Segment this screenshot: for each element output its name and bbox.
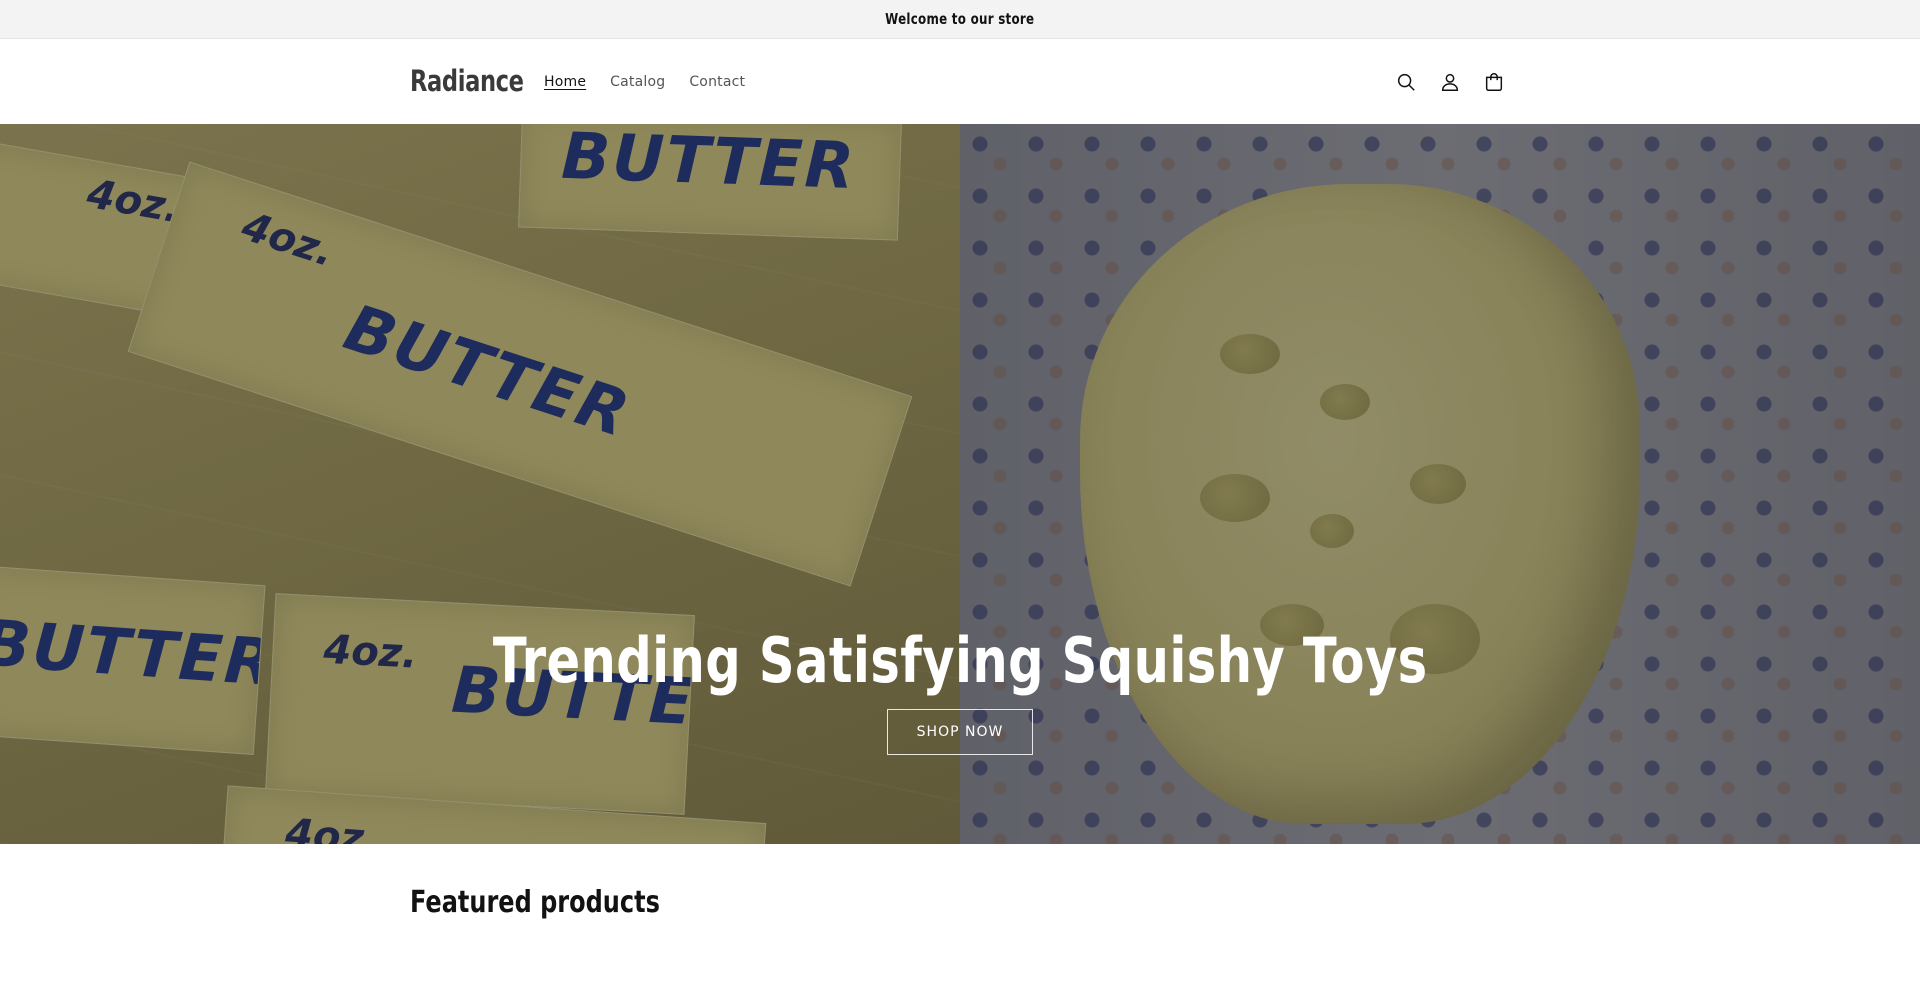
header-icons [1384, 60, 1516, 104]
nav-link-contact[interactable]: Contact [677, 74, 757, 90]
main-nav: Home Catalog Contact [532, 74, 757, 90]
site-header: Radiance Home Catalog Contact [0, 39, 1920, 124]
account-icon[interactable] [1428, 60, 1472, 104]
cart-icon[interactable] [1472, 60, 1516, 104]
hero-banner: 4oz. 4oz. BUTTER BUTTER 4oz. BUTTER 4oz.… [0, 124, 1920, 844]
announcement-bar: Welcome to our store [0, 0, 1920, 39]
search-icon[interactable] [1384, 60, 1428, 104]
featured-products-heading: Featured products [410, 885, 660, 920]
nav-link-home[interactable]: Home [532, 74, 598, 90]
shop-now-button[interactable]: SHOP NOW [886, 709, 1034, 755]
hero-content: Trending Satisfying Squishy Toys SHOP NO… [0, 624, 1920, 755]
featured-products-section: Featured products [410, 885, 722, 920]
store-logo[interactable]: Radiance [410, 64, 524, 98]
nav-link-catalog[interactable]: Catalog [598, 74, 677, 90]
announcement-text: Welcome to our store [885, 10, 1035, 28]
hero-title: Trending Satisfying Squishy Toys [492, 624, 1428, 697]
